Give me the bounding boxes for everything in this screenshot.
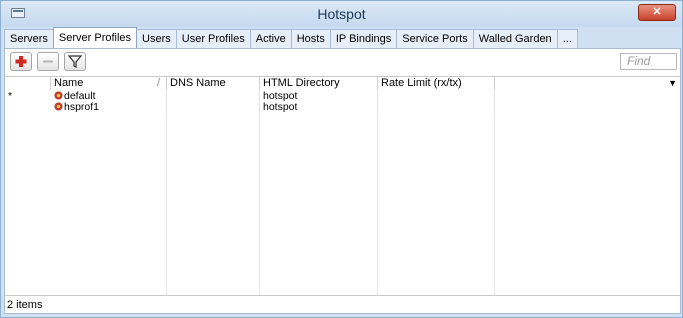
tab-bar: Servers Server Profiles Users User Profi… [4,27,578,49]
profile-name: hsprof1 [64,102,100,113]
table-row[interactable]: * default hotspot [5,91,680,102]
marker-column-header [5,77,51,90]
column-header-dns-name[interactable]: DNS Name [167,77,260,90]
filter-icon [67,55,83,68]
tab-server-profiles[interactable]: Server Profiles [52,27,138,48]
tab-user-profiles[interactable]: User Profiles [175,29,251,48]
tab-hosts[interactable]: Hosts [290,29,331,48]
html-directory-cell: hotspot [260,91,378,102]
column-divider [494,90,495,297]
tab-more[interactable]: ... [556,29,578,48]
filter-button[interactable] [64,52,86,71]
column-header-html-directory[interactable]: HTML Directory [260,77,378,90]
title-bar[interactable]: Hotspot ✕ [1,1,682,27]
column-header-name[interactable]: Name / [51,77,167,90]
close-icon: ✕ [652,6,662,18]
table-header: Name / DNS Name HTML Directory Rate Limi… [5,77,680,90]
profile-name-cell: default [51,91,167,102]
add-button[interactable] [10,52,32,71]
profile-name: default [64,91,96,102]
window-title: Hotspot [317,6,366,22]
server-profiles-panel: Find Name / DNS Name HTML Directory Rate… [4,48,681,314]
profiles-table: Name / DNS Name HTML Directory Rate Limi… [5,76,680,297]
remove-button[interactable] [37,52,59,71]
column-header-name-label: Name [54,77,84,89]
profile-name-cell: hsprof1 [51,102,167,113]
column-divider [259,90,260,297]
find-input[interactable]: Find [620,53,677,70]
tab-servers[interactable]: Servers [4,29,54,48]
dns-name-cell [167,102,260,113]
dns-name-cell [167,91,260,102]
tab-active[interactable]: Active [249,29,292,48]
tab-ip-bindings[interactable]: IP Bindings [329,29,398,48]
rate-limit-cell [378,102,495,113]
sort-indicator-icon: / [156,77,160,89]
column-divider [166,90,167,297]
hotspot-window: Hotspot ✕ Servers Server Profiles Users … [0,0,683,318]
status-bar: 2 items [5,295,680,313]
hotspot-profile-icon [54,102,63,111]
minus-icon [43,60,53,63]
html-directory-cell: hotspot [260,102,378,113]
plus-icon [15,56,27,67]
tab-users[interactable]: Users [136,29,177,48]
tab-walled-garden[interactable]: Walled Garden [472,29,558,48]
tab-service-ports[interactable]: Service Ports [396,29,474,48]
hotspot-profile-icon [54,91,63,100]
column-divider [377,90,378,297]
column-header-filler: ▼ [495,77,680,90]
table-row[interactable]: hsprof1 hotspot [5,102,680,113]
toolbar: Find [5,49,680,75]
rate-limit-cell [378,91,495,102]
default-marker [5,102,51,113]
column-header-rate-limit[interactable]: Rate Limit (rx/tx) [378,77,495,90]
column-menu-icon[interactable]: ▼ [668,77,677,90]
close-button[interactable]: ✕ [638,4,676,21]
item-count: 2 items [7,299,43,311]
default-marker: * [8,91,13,102]
